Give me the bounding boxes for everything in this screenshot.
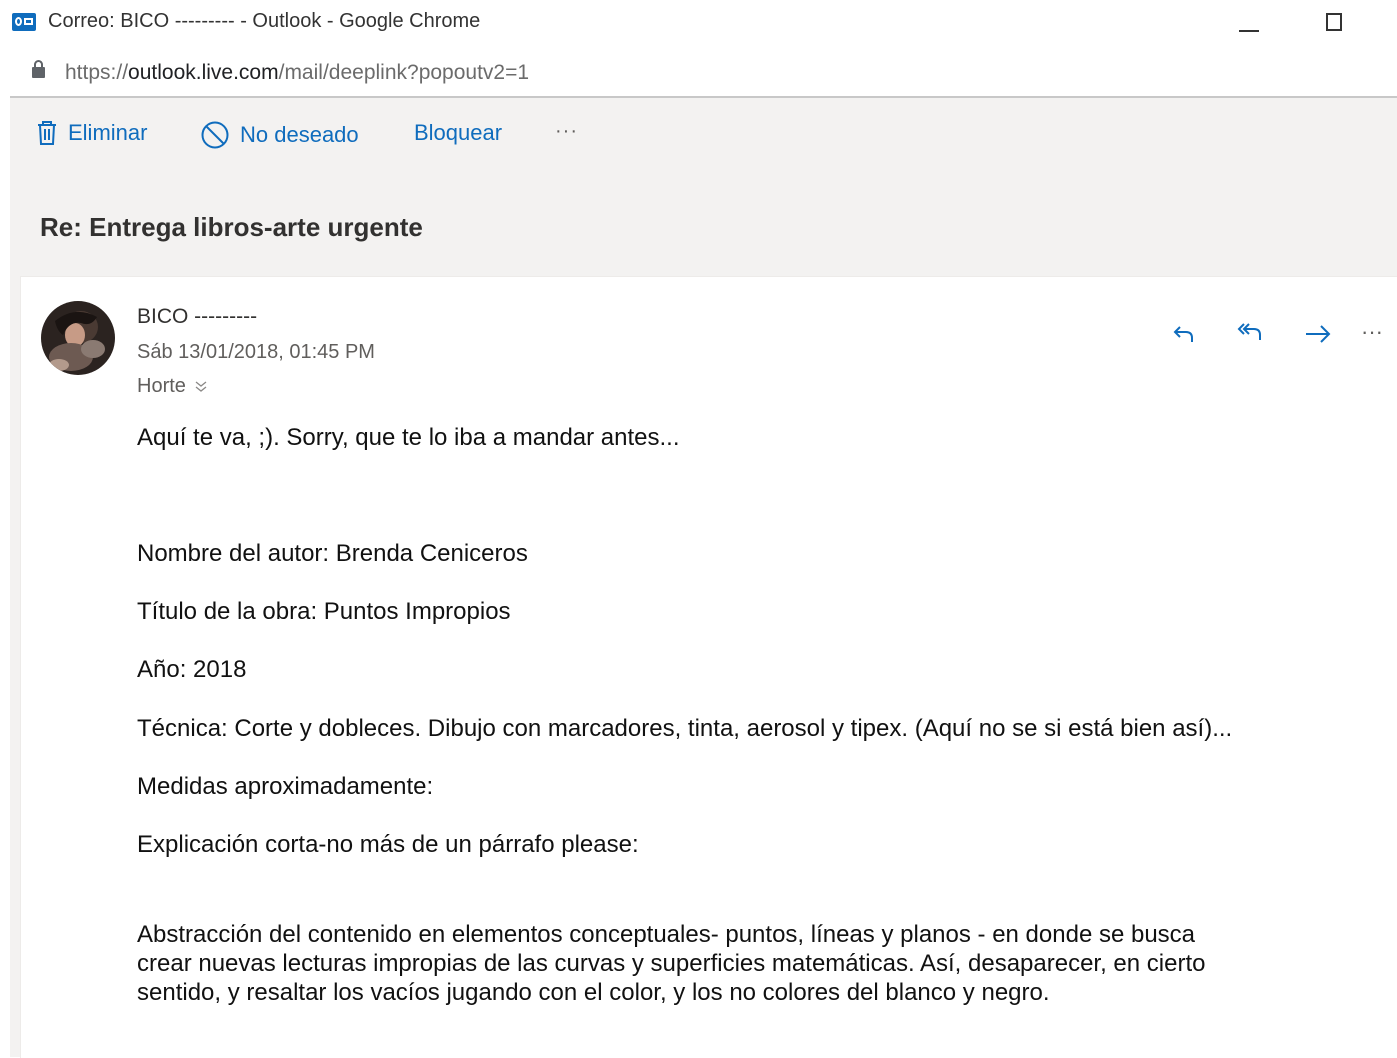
body-author: Nombre del autor: Brenda Ceniceros: [137, 540, 528, 567]
body-explanation-prompt: Explicación corta-no más de un párrafo p…: [137, 831, 639, 858]
reply-icon[interactable]: [1171, 321, 1197, 347]
message-subject: Re: Entrega libros-arte urgente: [40, 212, 423, 242]
body-work-title: Título de la obra: Puntos Impropios: [137, 598, 511, 625]
url-host: outlook.live.com: [128, 61, 279, 84]
body-intro: Aquí te va, ;). Sorry, que te lo iba a m…: [137, 424, 680, 451]
body-explanation: Abstracción del contenido en elementos c…: [137, 920, 1377, 1007]
outlook-icon: [12, 13, 36, 31]
url-path: /mail/deeplink?popoutv2=1: [278, 61, 530, 84]
body-technique: Técnica: Corte y dobleces. Dibujo con ma…: [137, 715, 1233, 742]
lock-icon: [32, 60, 45, 78]
body-measures: Medidas aproximadamente:: [137, 773, 434, 800]
chevron-down-icon: [195, 380, 207, 392]
message-card: BICO --------- Sáb 13/01/2018, 01:45 PM …: [20, 276, 1397, 1058]
more-commands-button[interactable]: ···: [555, 120, 578, 143]
reply-all-icon[interactable]: [1235, 321, 1265, 347]
sender-avatar[interactable]: [41, 301, 115, 375]
recipient-line[interactable]: Horte: [137, 375, 208, 398]
address-bar[interactable]: https://outlook.live.com/mail/deeplink?p…: [10, 50, 1397, 98]
junk-label: No deseado: [240, 122, 359, 147]
block-circle-icon: [201, 121, 229, 149]
body-explanation-line: Abstracción del contenido en elementos c…: [137, 921, 1196, 948]
forward-icon[interactable]: [1303, 321, 1333, 347]
body-explanation-line: crear nuevas lecturas impropias de las c…: [137, 950, 1206, 977]
message-date: Sáb 13/01/2018, 01:45 PM: [137, 341, 375, 363]
trash-icon: [38, 121, 56, 145]
command-bar: Eliminar No deseado Bloquear ···: [10, 98, 1397, 172]
browser-window: Correo: BICO --------- - Outlook - Googl…: [10, 0, 1397, 1058]
maximize-icon[interactable]: [1326, 13, 1342, 31]
window-title: Correo: BICO --------- - Outlook - Googl…: [48, 10, 481, 32]
message-more-button[interactable]: ···: [1361, 319, 1383, 345]
url-text[interactable]: https://outlook.live.com/mail/deeplink?p…: [65, 61, 529, 85]
window-title-bar: Correo: BICO --------- - Outlook - Googl…: [10, 0, 1397, 50]
body-explanation-line: sentido, y resaltar los vacíos jugando c…: [137, 979, 1050, 1006]
block-label: Bloquear: [414, 120, 503, 145]
minimize-icon[interactable]: [1239, 30, 1259, 32]
body-year: Año: 2018: [137, 656, 247, 683]
delete-label: Eliminar: [68, 120, 148, 145]
recipient-name: Horte: [137, 375, 186, 397]
url-scheme: https://: [65, 61, 129, 84]
page-edge: [0, 0, 10, 1057]
junk-button[interactable]: No deseado: [200, 120, 359, 150]
delete-button[interactable]: Eliminar: [36, 120, 147, 146]
sender-name[interactable]: BICO ---------: [137, 305, 257, 329]
block-button[interactable]: Bloquear: [414, 120, 502, 146]
